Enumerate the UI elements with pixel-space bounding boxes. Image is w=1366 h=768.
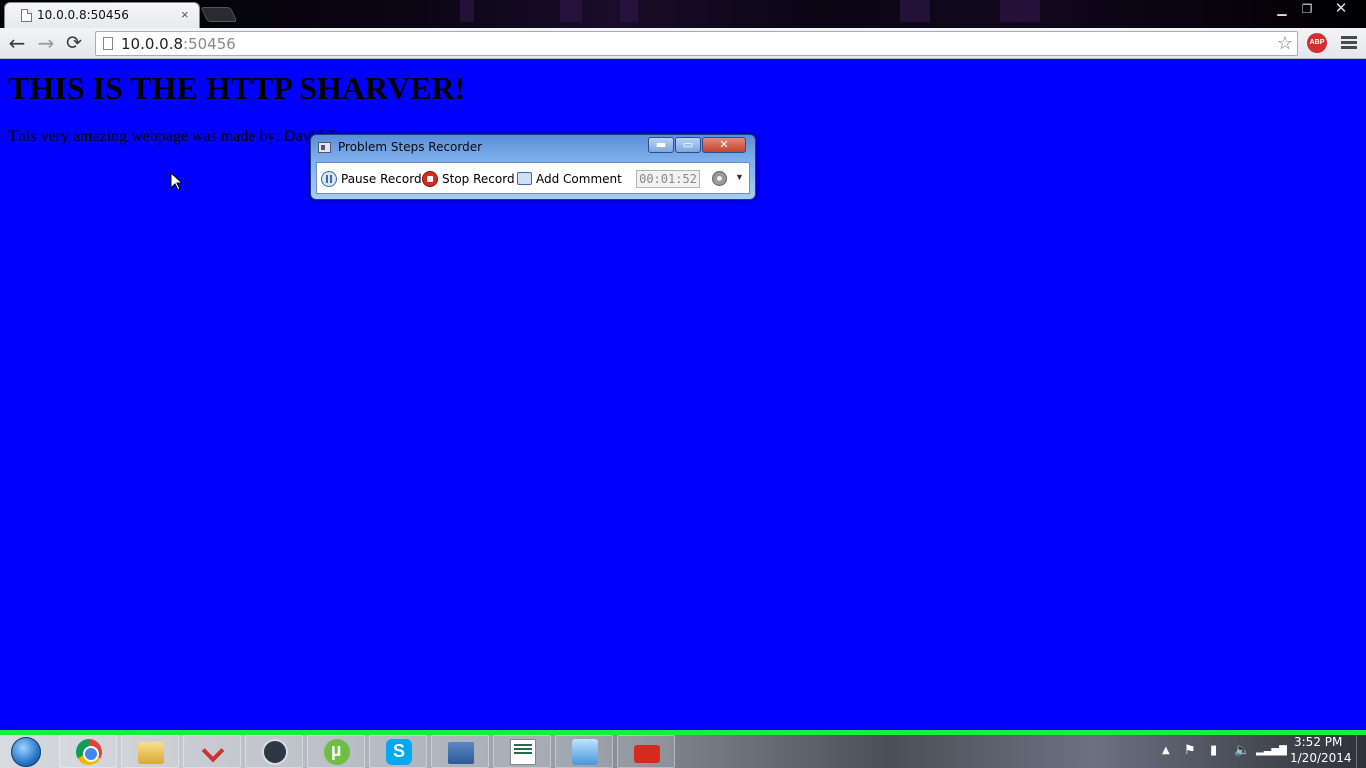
recording-timer: 00:01:52 (636, 170, 700, 188)
bookmark-star-icon[interactable]: ☆ (1277, 33, 1293, 53)
new-tab-button[interactable] (200, 7, 238, 22)
page-icon (21, 9, 32, 22)
mouse-cursor-icon (170, 172, 182, 191)
window-restore-button[interactable]: ❐ (1294, 0, 1320, 18)
volume-icon[interactable]: 🔈 (1234, 743, 1250, 759)
forward-button[interactable]: → (34, 32, 58, 54)
recorder-close-button[interactable]: ✕ (702, 137, 746, 153)
address-bar[interactable]: 10.0.0.8:50456 ☆ (95, 31, 1298, 56)
window-minimize-button[interactable]: ▁ (1270, 0, 1294, 18)
comment-icon (517, 172, 532, 185)
url-text[interactable]: 10.0.0.8:50456 (121, 35, 236, 53)
browser-title-bar: 10.0.0.8:50456 × ▁ ❐ ✕ (0, 0, 1366, 28)
windows-orb-icon (11, 737, 41, 767)
background-pixel (1000, 0, 1040, 22)
add-comment-label: Add Comment (536, 172, 622, 186)
page-paragraph: This very amazing webpage was made by: D… (8, 128, 337, 145)
browser-toolbar: ← → ⟳ 10.0.0.8:50456 ☆ ABP (0, 28, 1366, 59)
tab-close-icon[interactable]: × (181, 7, 189, 23)
recorder-toolbar: Pause Record Stop Record Add Comment 00:… (316, 162, 750, 194)
pause-record-label: Pause Record (341, 172, 422, 186)
tab-active[interactable]: 10.0.0.8:50456 × (4, 2, 200, 28)
start-button[interactable] (5, 735, 47, 768)
background-pixel (560, 0, 582, 22)
control-panel-icon (572, 739, 598, 765)
taskbar-network[interactable] (431, 735, 489, 768)
recorder-minimize-button[interactable]: ▬ (648, 137, 674, 153)
taskbar-steam[interactable] (245, 735, 303, 768)
signal-icon[interactable]: ▂▃▅▇ (1256, 743, 1287, 759)
show-hidden-icons-icon[interactable]: ▲ (1162, 743, 1170, 759)
pause-icon (321, 170, 337, 187)
taskbar-explorer[interactable] (121, 735, 179, 768)
chevron-down-icon[interactable]: ▼ (735, 172, 744, 182)
taskbar-document[interactable] (493, 735, 551, 768)
background-pixel (900, 0, 930, 22)
background-pixel (620, 0, 638, 22)
taskbar-control-panel[interactable] (555, 735, 613, 768)
taskbar-skype[interactable] (369, 735, 427, 768)
clock-date[interactable]: 1/20/2014 (1290, 751, 1352, 765)
problem-steps-recorder-window: Problem Steps Recorder ▬ ▭ ✕ Pause Recor… (310, 134, 756, 200)
utorrent-icon (324, 739, 350, 765)
background-pixel (460, 0, 474, 22)
menu-icon[interactable] (1341, 36, 1357, 50)
recorder-title: Problem Steps Recorder (338, 140, 483, 154)
url-host: 10.0.0.8 (121, 35, 184, 53)
stop-icon (422, 170, 438, 187)
document-icon (510, 739, 536, 765)
explorer-icon (138, 742, 164, 764)
back-button[interactable]: ← (5, 32, 29, 54)
toolbox-icon (634, 745, 660, 763)
taskbar-toolbox[interactable] (617, 735, 675, 768)
chrome-icon (76, 739, 102, 765)
page-heading: THIS IS THE HTTP SHARVER! (8, 70, 466, 106)
skype-icon (386, 739, 412, 765)
stop-record-label: Stop Record (442, 172, 515, 186)
network-icon (448, 742, 474, 764)
power-icon[interactable]: ▮ (1210, 743, 1217, 759)
settings-icon[interactable] (712, 171, 727, 186)
show-desktop-button[interactable] (1356, 735, 1366, 768)
taskbar-chrome[interactable] (59, 735, 117, 768)
taskbar-utorrent[interactable] (307, 735, 365, 768)
tab-title: 10.0.0.8:50456 (37, 8, 129, 22)
clock-time[interactable]: 3:52 PM (1294, 735, 1342, 749)
steam-icon (262, 739, 288, 765)
action-center-flag-icon[interactable]: ⚑ (1184, 743, 1196, 759)
pause-record-button[interactable]: Pause Record (321, 170, 422, 188)
recorder-app-icon (318, 142, 331, 153)
snipping-tool-icon (201, 739, 225, 763)
taskbar: ▲ ⚑ ▮ 🔈 ▂▃▅▇ 3:52 PM 1/20/2014 (0, 735, 1366, 768)
url-port: :50456 (183, 35, 236, 53)
recorder-maximize-button[interactable]: ▭ (675, 137, 701, 153)
adblock-plus-icon[interactable]: ABP (1307, 33, 1327, 53)
page-icon (103, 37, 113, 50)
window-close-button[interactable]: ✕ (1320, 0, 1362, 18)
reload-button[interactable]: ⟳ (62, 32, 86, 54)
add-comment-button[interactable]: Add Comment (517, 170, 622, 188)
stop-record-button[interactable]: Stop Record (422, 170, 515, 188)
taskbar-snipping-tool[interactable] (183, 735, 241, 768)
